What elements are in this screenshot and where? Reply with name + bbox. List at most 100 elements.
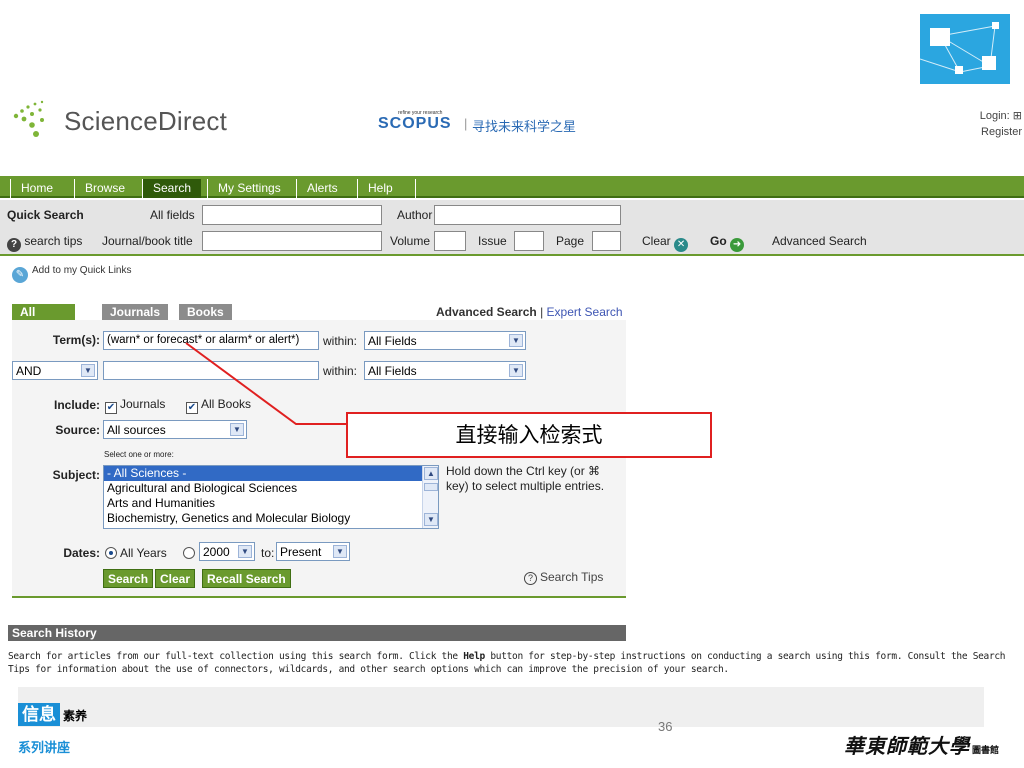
advanced-search-label[interactable]: Advanced Search [436, 305, 537, 319]
within-label-1: within: [323, 334, 358, 348]
source-select[interactable]: All sources ▼ [103, 420, 247, 439]
within-select-2[interactable]: All Fields ▼ [364, 361, 526, 380]
subject-label: Subject: [52, 468, 100, 482]
chevron-down-icon: ▼ [333, 545, 347, 558]
sciencedirect-wordmark: ScienceDirect [64, 106, 227, 136]
include-books-checkbox[interactable]: ✔ All Books [186, 397, 251, 414]
subject-scrollbar[interactable]: ▲ ▼ [422, 466, 438, 528]
annotation-callout: 直接输入检索式 [346, 412, 712, 458]
issue-input[interactable] [514, 231, 544, 251]
search-history-header[interactable]: Search History [8, 625, 626, 641]
clear-form-button[interactable]: Clear [155, 569, 196, 588]
all-years-radio[interactable]: All Years [105, 546, 167, 560]
volume-label: Volume [390, 234, 431, 248]
year-from-select[interactable]: 2000 ▼ [199, 542, 255, 561]
tab-search[interactable]: Search [142, 179, 202, 198]
chevron-down-icon: ▼ [509, 334, 523, 347]
dates-label: Dates: [63, 546, 100, 560]
suyang-label: 素养 [63, 709, 88, 723]
tab-help[interactable]: Help [357, 179, 403, 198]
journal-title-input[interactable] [202, 231, 382, 251]
xinxi-badge: 信息 [18, 703, 60, 726]
series-logo: 信息 素养 [18, 703, 87, 726]
help-circle-icon: ? [524, 572, 537, 585]
main-nav: Home Browse Search My Settings Alerts He… [0, 176, 1024, 198]
page-label: Page [556, 234, 585, 248]
sciencedirect-dots-icon [13, 100, 44, 137]
tab-all-sources[interactable]: All Sources [12, 304, 76, 333]
search-tips-link-form[interactable]: ? Search Tips [524, 570, 603, 585]
tab-my-settings[interactable]: My Settings [207, 179, 291, 198]
recall-search-button[interactable]: Recall Search [202, 569, 291, 588]
university-name: 華東師範大學 [844, 734, 970, 758]
university-logo: 華東師範大學 圖書館 [844, 730, 999, 759]
sciencedirect-logo[interactable]: ScienceDirect [12, 100, 242, 150]
list-item[interactable]: Agricultural and Biological Sciences [104, 481, 438, 496]
terms-input-2[interactable] [103, 361, 319, 380]
checkbox-checked-icon: ✔ [186, 402, 198, 414]
scroll-down-icon[interactable]: ▼ [424, 513, 438, 526]
connector-select[interactable]: AND ▼ [12, 361, 98, 380]
radio-selected-icon [105, 547, 117, 559]
mode-divider: | [540, 305, 544, 319]
help-word: Help [463, 651, 485, 662]
subject-hint: Hold down the Ctrl key (or ⌘ key) to sel… [446, 464, 605, 493]
advanced-search-link[interactable]: Advanced Search [772, 234, 867, 248]
nav-divider [415, 179, 416, 198]
tab-browse[interactable]: Browse [74, 179, 135, 198]
login-area: Login: ⊞ Register [980, 108, 1022, 140]
login-link[interactable]: Login: ⊞ [980, 108, 1022, 124]
include-label: Include: [53, 398, 100, 412]
within-select-1[interactable]: All Fields ▼ [364, 331, 526, 350]
tab-books[interactable]: Books [179, 304, 232, 320]
advanced-search-form: Term(s): (warn* or forecast* or alarm* o… [12, 320, 626, 598]
clear-button[interactable]: Clear ✕ [642, 234, 689, 252]
search-instructions: Search for articles from our full-text c… [8, 651, 1006, 675]
source-label: Source: [55, 423, 100, 437]
quick-search-title: Quick Search [7, 208, 84, 222]
year-range-radio[interactable] [183, 547, 195, 559]
list-item[interactable]: - All Sciences - [104, 466, 438, 481]
issue-label: Issue [478, 234, 507, 248]
quick-links-icon: ✎ [12, 267, 28, 283]
register-link[interactable]: Register [980, 124, 1022, 140]
scopus-banner[interactable]: refine your research SCOPUS | 寻找未来科学之星 [378, 110, 598, 136]
checkbox-checked-icon: ✔ [105, 402, 117, 414]
author-label: Author [397, 208, 433, 222]
subject-listbox[interactable]: - All Sciences - Agricultural and Biolog… [103, 465, 439, 529]
chevron-down-icon: ▼ [230, 423, 244, 436]
scopus-separator: | [464, 116, 468, 131]
scroll-up-icon[interactable]: ▲ [424, 467, 438, 480]
scroll-thumb[interactable] [424, 483, 438, 491]
list-item[interactable]: Arts and Humanities [104, 496, 438, 511]
search-button[interactable]: Search [103, 569, 154, 588]
search-tips-link[interactable]: ? search tips [7, 234, 82, 252]
all-fields-label: All fields [150, 208, 195, 222]
expert-search-link[interactable]: Expert Search [547, 305, 623, 319]
go-button[interactable]: Go ➜ [710, 234, 745, 252]
page-input[interactable] [592, 231, 621, 251]
page-number: 36 [658, 719, 673, 734]
tab-alerts[interactable]: Alerts [296, 179, 348, 198]
select-hint: Select one or more: [104, 450, 174, 459]
search-mode-links: Advanced Search | Expert Search [436, 305, 623, 319]
clear-x-icon: ✕ [674, 238, 689, 252]
tab-journals[interactable]: Journals [102, 304, 169, 320]
author-input[interactable] [434, 205, 621, 225]
library-label: 圖書館 [972, 746, 1000, 756]
terms-input[interactable]: (warn* or forecast* or alarm* or alert*) [103, 331, 319, 350]
chevron-down-icon: ▼ [238, 545, 252, 558]
quick-links-link[interactable]: ✎ Add to my Quick Links [12, 265, 131, 283]
scopus-slogan: 寻找未来科学之星 [472, 119, 577, 134]
scopus-wordmark: SCOPUS [378, 115, 452, 132]
volume-input[interactable] [434, 231, 466, 251]
tab-home[interactable]: Home [10, 179, 63, 198]
corner-network-logo [920, 14, 1010, 84]
quick-search-panel: Quick Search All fields Author ? search … [0, 200, 1024, 256]
chevron-down-icon: ▼ [81, 364, 95, 377]
chevron-down-icon: ▼ [509, 364, 523, 377]
year-to-select[interactable]: Present ▼ [276, 542, 350, 561]
list-item[interactable]: Biochemistry, Genetics and Molecular Bio… [104, 511, 438, 526]
all-fields-input[interactable] [202, 205, 382, 225]
include-journals-checkbox[interactable]: ✔ Journals [105, 397, 165, 414]
